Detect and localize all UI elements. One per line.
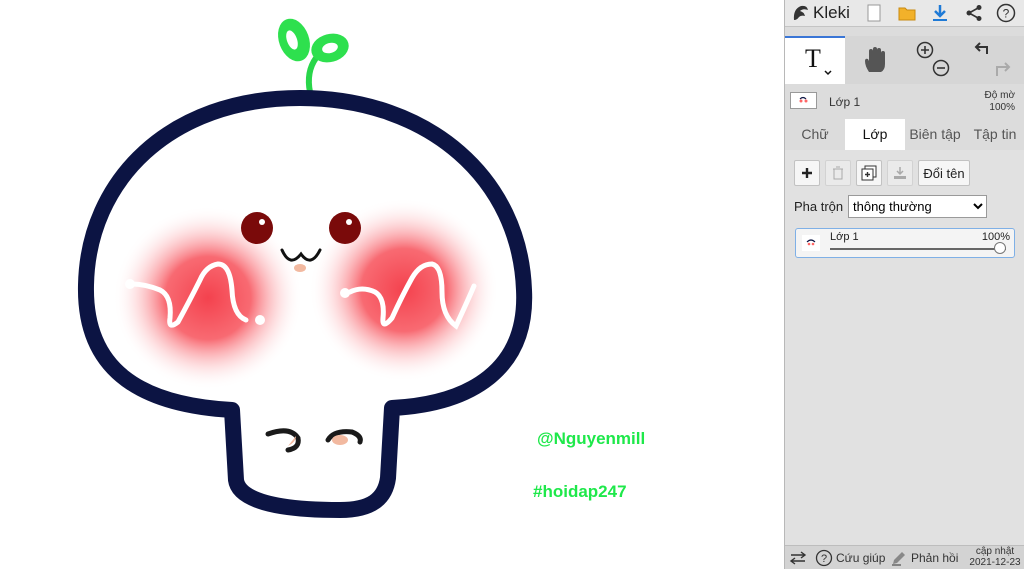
layers-panel: Đổi tên Pha trộn thông thường Lớp 1 100%	[785, 150, 1024, 545]
drawing-canvas[interactable]: @Nguyenmill #hoidap247	[0, 0, 784, 569]
swap-arrows-icon	[789, 550, 807, 565]
new-file-icon[interactable]	[863, 2, 885, 24]
trash-icon	[833, 166, 843, 180]
layer-opacity-slider-handle[interactable]	[994, 242, 1006, 254]
duplicate-layer-button[interactable]	[856, 160, 882, 186]
tool-row: T	[785, 36, 1024, 84]
update-info[interactable]: cập nhật 2021-12-23	[965, 546, 1024, 569]
kleki-logo[interactable]: Kleki	[791, 3, 850, 23]
hand-icon	[865, 47, 885, 72]
update-label: cập nhật	[975, 546, 1015, 557]
duplicate-icon	[861, 165, 877, 181]
question-icon: ?	[815, 549, 833, 566]
layer-item-name: Lớp 1	[830, 231, 859, 243]
text-tool-button[interactable]: T	[785, 36, 845, 84]
active-layer-strip: Lớp 1 Độ mờ 100%	[785, 88, 1024, 118]
eye-right	[329, 212, 361, 244]
redo-icon[interactable]	[996, 62, 1011, 76]
signature-user: @Nguyenmill	[537, 429, 646, 448]
layer-opacity-fill	[830, 248, 1006, 250]
top-toolbar: Kleki ?	[785, 0, 1024, 27]
kleki-logo-icon	[793, 5, 808, 20]
app-name: Kleki	[813, 3, 850, 22]
update-date: 2021-12-23	[969, 557, 1021, 568]
help-button[interactable]: ? Cứu giúp	[815, 546, 885, 569]
layer-item-thumbnail	[802, 235, 820, 251]
merge-down-icon	[894, 167, 906, 179]
feedback-button[interactable]: Phản hồi	[891, 546, 958, 569]
status-bar: ? Cứu giúp Phản hồi cập nhật 2021-12-23	[785, 545, 1024, 569]
tab-edit[interactable]: Biên tập	[905, 119, 965, 150]
zoom-out-icon[interactable]	[932, 59, 950, 77]
tab-layers[interactable]: Lớp	[845, 119, 905, 150]
side-panel: Kleki ? T Lớp 1 Độ mờ 100% Chữ Lớp Biên …	[784, 0, 1024, 569]
tab-file[interactable]: Tập tin	[965, 119, 1024, 150]
blush-left	[113, 206, 303, 390]
blend-mode-select[interactable]: thông thường	[848, 195, 987, 218]
download-icon[interactable]	[929, 2, 951, 24]
zoom-tools	[905, 36, 961, 84]
eye-left	[241, 212, 273, 244]
opacity-value: 100%	[989, 102, 1015, 113]
blend-mode-label: Pha trộn	[794, 199, 844, 214]
share-icon[interactable]	[963, 2, 985, 24]
help-label: Cứu giúp	[836, 550, 886, 565]
layer-opacity-track	[830, 242, 1006, 254]
merge-down-button[interactable]	[887, 160, 913, 186]
help-icon[interactable]: ?	[995, 2, 1017, 24]
layer-item-opacity: 100%	[981, 231, 1010, 243]
rename-layer-button[interactable]: Đổi tên	[918, 160, 970, 186]
swap-side-button[interactable]	[789, 546, 807, 569]
layer-thumbnail[interactable]	[790, 92, 817, 109]
svg-text:T: T	[805, 44, 821, 73]
signature-tag: #hoidap247	[533, 482, 627, 501]
add-layer-button[interactable]	[794, 160, 820, 186]
zoom-in-icon[interactable]	[916, 41, 934, 59]
mushroom-drawing	[77, 18, 533, 518]
text-tool-icon: T	[805, 44, 832, 76]
feedback-pencil-icon	[892, 551, 905, 565]
opacity-label: Độ mờ	[984, 90, 1015, 101]
sprout-stem	[305, 55, 319, 95]
open-folder-icon[interactable]	[896, 2, 918, 24]
plus-icon	[802, 168, 812, 178]
svg-text:?: ?	[1003, 7, 1010, 21]
svg-text:?: ?	[821, 553, 827, 565]
undo-icon[interactable]	[974, 42, 988, 54]
panel-tabs: Chữ Lớp Biên tập Tập tin	[785, 119, 1024, 150]
tab-text[interactable]: Chữ	[785, 119, 845, 150]
feedback-label: Phản hồi	[911, 550, 959, 565]
active-layer-name: Lớp 1	[829, 95, 861, 109]
history-tools	[965, 36, 1021, 84]
delete-layer-button[interactable]	[825, 160, 851, 186]
hand-tool-button[interactable]	[847, 36, 903, 84]
layer-list-item[interactable]: Lớp 1 100%	[795, 228, 1015, 258]
